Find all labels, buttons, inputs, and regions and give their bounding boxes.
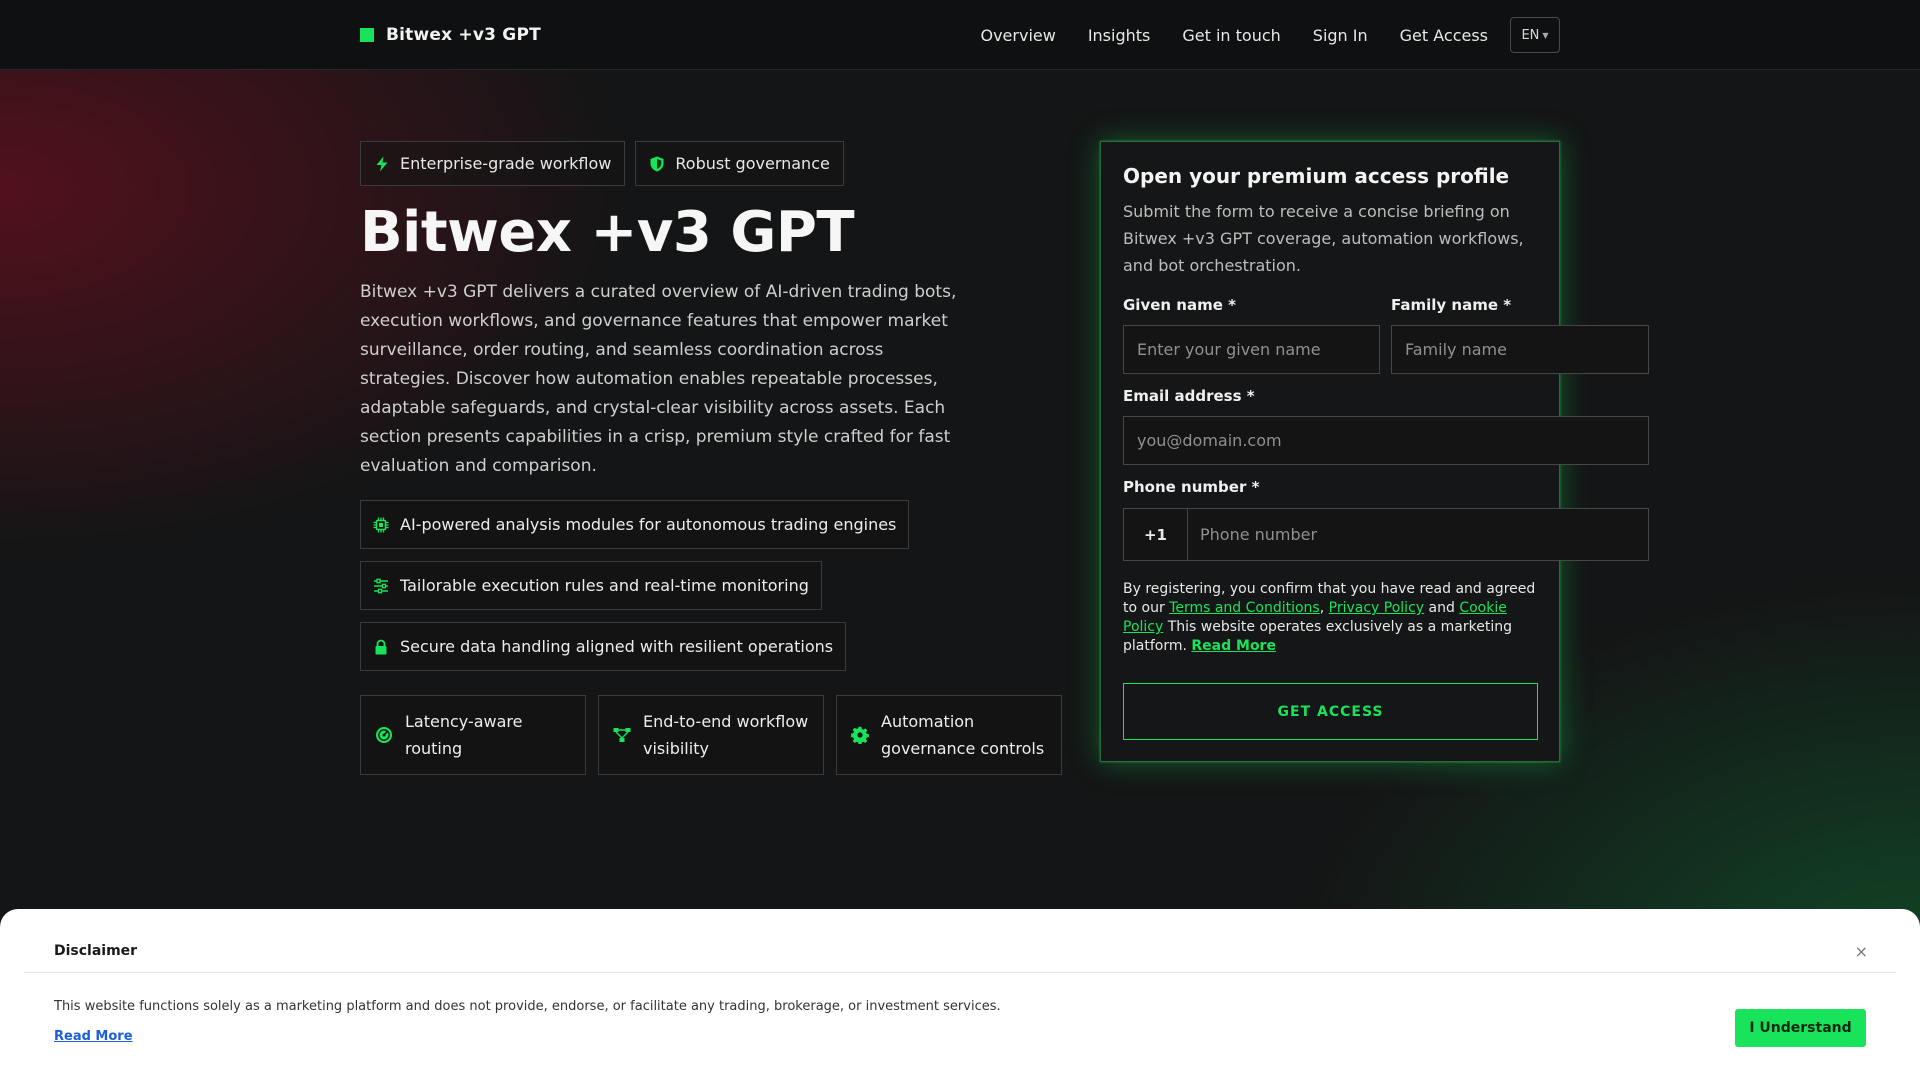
family-name-input[interactable]	[1391, 325, 1649, 374]
chip-label: Enterprise-grade workflow	[400, 154, 612, 173]
disclaimer-text: This website functions solely as a marke…	[54, 999, 1001, 1014]
legal-suffix: This website operates exclusively as a m…	[1123, 619, 1512, 654]
phone-country-code[interactable]: +1	[1124, 509, 1188, 560]
language-selector[interactable]: EN ▼	[1510, 17, 1560, 53]
nav-overview[interactable]: Overview	[980, 26, 1055, 45]
form-description: Submit the form to receive a concise bri…	[1123, 202, 1524, 275]
form-title: Open your premium access profile	[1123, 164, 1510, 188]
chip-enterprise-workflow: Enterprise-grade workflow	[360, 141, 626, 186]
brand-logo-square	[360, 28, 374, 42]
feature-ai-analysis: AI-powered analysis modules for autonomo…	[360, 500, 910, 549]
brand[interactable]: Bitwex +v3 GPT	[360, 24, 541, 46]
given-name-label: Given name *	[1123, 296, 1236, 314]
hero-chips: Enterprise-grade workflow Robust governa…	[360, 141, 844, 186]
email-label: Email address *	[1123, 387, 1255, 405]
privacy-link[interactable]: Privacy Policy	[1329, 600, 1424, 616]
get-access-button[interactable]: GET ACCESS	[1123, 683, 1538, 740]
card-label: Latency-aware routing	[405, 712, 523, 758]
close-icon[interactable]: ×	[1855, 942, 1868, 961]
main-nav: Overview Insights Get in touch Sign In G…	[980, 17, 1560, 53]
sliders-icon	[374, 578, 388, 593]
lock-icon	[375, 639, 387, 654]
top-header: Bitwex +v3 GPT Overview Insights Get in …	[0, 0, 1920, 70]
card-latency-routing: Latency-aware routing	[360, 695, 586, 775]
card-label: Automation governance controls	[881, 712, 1045, 758]
nav-sign-in[interactable]: Sign In	[1313, 26, 1368, 45]
disclaimer-title: Disclaimer	[54, 943, 138, 959]
gauge-icon	[376, 727, 392, 743]
nav-get-access[interactable]: Get Access	[1400, 26, 1488, 45]
chip-label: Robust governance	[675, 154, 830, 173]
terms-link[interactable]: Terms and Conditions	[1169, 600, 1320, 616]
i-understand-button[interactable]: I Understand	[1735, 1009, 1866, 1047]
legal-notice: By registering, you confirm that you hav…	[1123, 581, 1536, 654]
feature-execution-rules: Tailorable execution rules and real-time…	[360, 561, 822, 610]
phone-input[interactable]	[1188, 509, 1648, 560]
read-more-link[interactable]: Read More	[1191, 638, 1276, 654]
feature-label: Secure data handling aligned with resili…	[400, 637, 834, 656]
card-governance-controls: Automation governance controls	[836, 695, 1062, 775]
shield-icon	[650, 156, 664, 171]
family-name-label: Family name *	[1391, 296, 1512, 314]
brand-name: Bitwex +v3 GPT	[386, 25, 541, 45]
capability-cards: Latency-aware routing End-to-end workflo…	[360, 695, 1062, 775]
chevron-down-icon: ▼	[1542, 30, 1549, 40]
legal-and: and	[1428, 600, 1455, 616]
lightning-icon	[376, 156, 388, 171]
nav-insights[interactable]: Insights	[1088, 26, 1151, 45]
card-label: End-to-end workflow visibility	[643, 712, 809, 758]
chip-robust-governance: Robust governance	[635, 141, 844, 186]
disclaimer-read-more-link[interactable]: Read More	[54, 1029, 133, 1044]
hero-title: Bitwex +v3 GPT	[360, 200, 855, 265]
card-workflow-visibility: End-to-end workflow visibility	[598, 695, 824, 775]
hero-description: Bitwex +v3 GPT delivers a curated overvi…	[360, 282, 957, 476]
gear-icon	[851, 726, 869, 744]
nav-get-in-touch[interactable]: Get in touch	[1182, 26, 1280, 45]
phone-label: Phone number *	[1123, 478, 1260, 496]
disclaimer-banner: Disclaimer × This website functions sole…	[0, 909, 1920, 1080]
language-code: EN	[1521, 27, 1540, 43]
phone-field: +1	[1123, 508, 1649, 561]
feature-secure-data: Secure data handling aligned with resili…	[360, 622, 847, 671]
feature-label: Tailorable execution rules and real-time…	[400, 576, 809, 595]
feature-label: AI-powered analysis modules for autonomo…	[400, 515, 897, 534]
access-form-panel: Open your premium access profile Submit …	[1100, 141, 1649, 762]
given-name-input[interactable]	[1123, 325, 1380, 374]
workflow-icon	[613, 728, 631, 742]
disclaimer-divider	[24, 972, 1896, 973]
email-input[interactable]	[1123, 416, 1649, 465]
chip-icon	[373, 517, 389, 532]
